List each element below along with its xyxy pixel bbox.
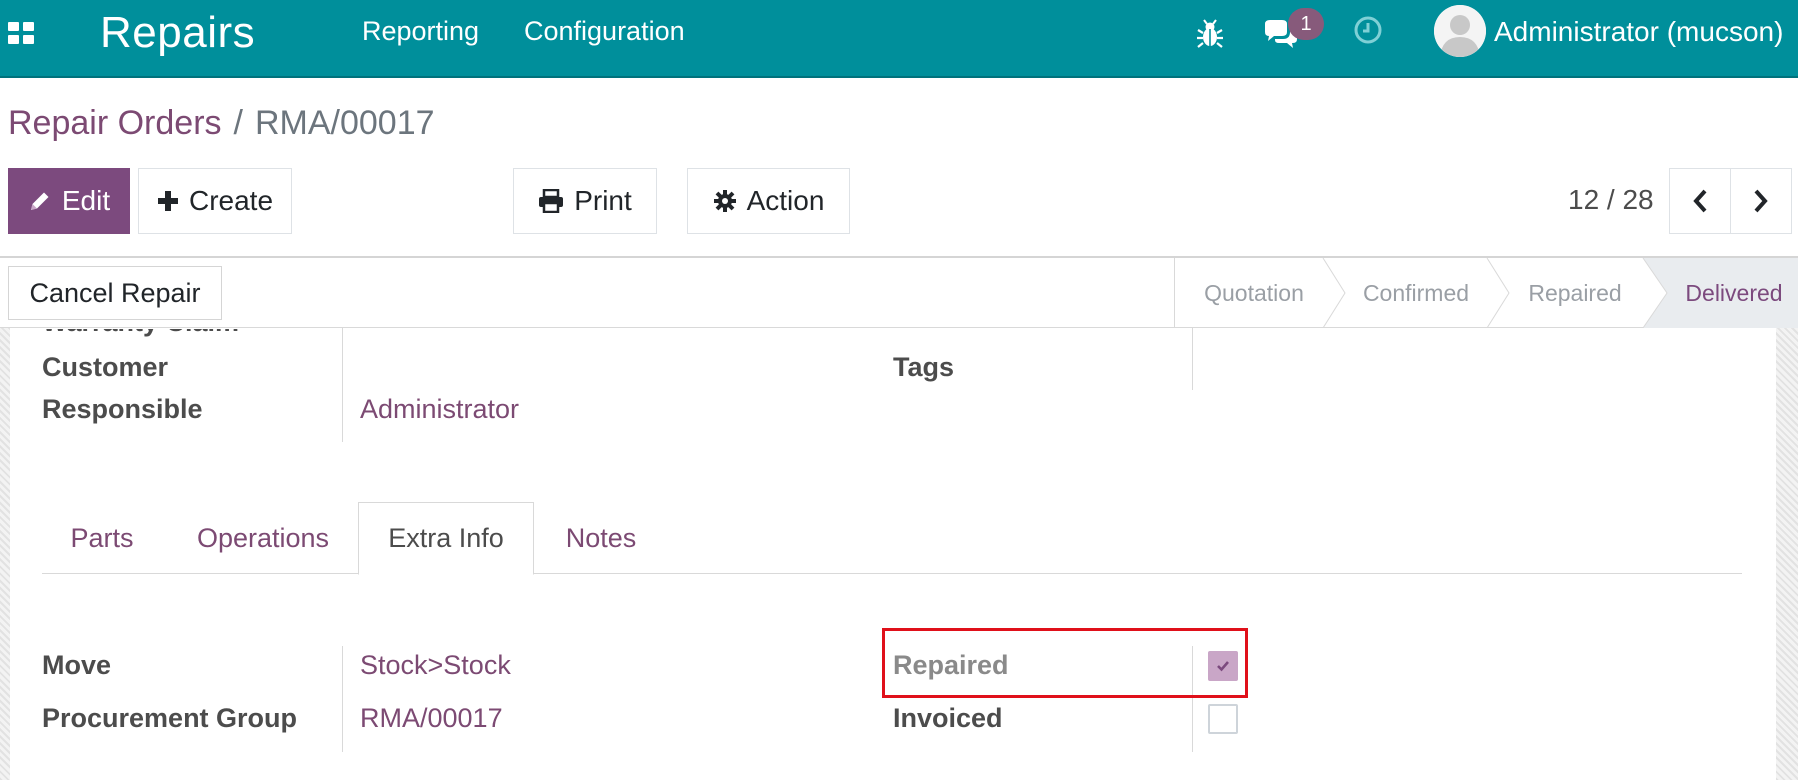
tab-extra-info[interactable]: Extra Info: [358, 502, 534, 575]
status-bar: Cancel Repair Quotation Confirmed Repair…: [0, 258, 1798, 328]
tab-operations[interactable]: Operations: [178, 502, 348, 574]
debug-bug-icon[interactable]: [1196, 18, 1224, 50]
stage-repaired[interactable]: Repaired: [1499, 258, 1651, 328]
print-button[interactable]: Print: [513, 168, 657, 234]
cancel-repair-button[interactable]: Cancel Repair: [8, 266, 222, 320]
user-avatar[interactable]: [1434, 5, 1486, 57]
field-separator: [342, 328, 343, 442]
repaired-field-highlight: [882, 628, 1248, 698]
print-button-label: Print: [574, 185, 632, 216]
responsible-label: Responsible: [42, 394, 203, 424]
breadcrumb-current: RMA/00017: [254, 104, 435, 142]
apps-menu-icon[interactable]: [8, 22, 34, 44]
stage-delivered[interactable]: Delivered: [1669, 258, 1798, 328]
message-count-badge[interactable]: 1: [1288, 8, 1324, 40]
printer-icon: [539, 189, 564, 213]
clipped-field-row: Warranty Claim: [42, 329, 342, 341]
pager-previous-button[interactable]: [1669, 168, 1731, 234]
chevron-right-icon: [1754, 189, 1768, 213]
top-navbar: Repairs Reporting Configuration 1 Admini…: [0, 0, 1798, 78]
tags-label: Tags: [893, 352, 955, 382]
action-button-label: Action: [746, 185, 825, 216]
procurement-group-label: Procurement Group: [42, 703, 298, 733]
stage-pipeline: Quotation Confirmed Repaired Delivered: [1174, 258, 1798, 328]
customer-label: Customer: [42, 352, 169, 382]
chevron-left-icon: [1693, 189, 1707, 213]
action-button[interactable]: Action: [687, 168, 850, 234]
menu-item-reporting[interactable]: Reporting: [362, 16, 479, 47]
menu-item-configuration[interactable]: Configuration: [524, 16, 685, 47]
activity-clock-icon[interactable]: [1352, 14, 1384, 46]
pager-value[interactable]: 12 / 28: [1568, 184, 1654, 216]
notebook-tabs: Parts Operations Extra Info Notes: [42, 502, 1742, 575]
gear-icon: [713, 190, 736, 212]
breadcrumb-separator: /: [233, 104, 243, 142]
procurement-group-value[interactable]: RMA/00017: [360, 703, 503, 734]
field-separator: [342, 646, 343, 752]
app-title[interactable]: Repairs: [100, 8, 255, 58]
user-menu-name[interactable]: Administrator (mucson): [1494, 16, 1783, 48]
move-value[interactable]: Stock>Stock: [360, 650, 511, 681]
edit-button-label: Edit: [61, 185, 111, 216]
invoiced-checkbox[interactable]: [1208, 704, 1238, 734]
warranty-claim-label: Warranty Claim: [42, 329, 239, 338]
stage-quotation[interactable]: Quotation: [1175, 258, 1333, 328]
tab-notes[interactable]: Notes: [544, 502, 658, 574]
move-label: Move: [42, 650, 112, 680]
responsible-value[interactable]: Administrator: [360, 394, 519, 425]
pager-next-button[interactable]: [1730, 168, 1792, 234]
stage-confirmed[interactable]: Confirmed: [1335, 258, 1497, 328]
create-button[interactable]: Create: [138, 168, 292, 234]
pencil-icon: [30, 192, 49, 210]
tab-parts[interactable]: Parts: [42, 502, 162, 574]
invoiced-label: Invoiced: [893, 703, 1003, 733]
edit-button[interactable]: Edit: [8, 168, 130, 234]
plus-icon: [157, 191, 178, 211]
breadcrumb: Repair Orders / RMA/00017: [8, 104, 435, 143]
field-separator: [1192, 328, 1193, 390]
breadcrumb-parent-link[interactable]: Repair Orders: [8, 104, 222, 142]
create-button-label: Create: [188, 185, 274, 216]
